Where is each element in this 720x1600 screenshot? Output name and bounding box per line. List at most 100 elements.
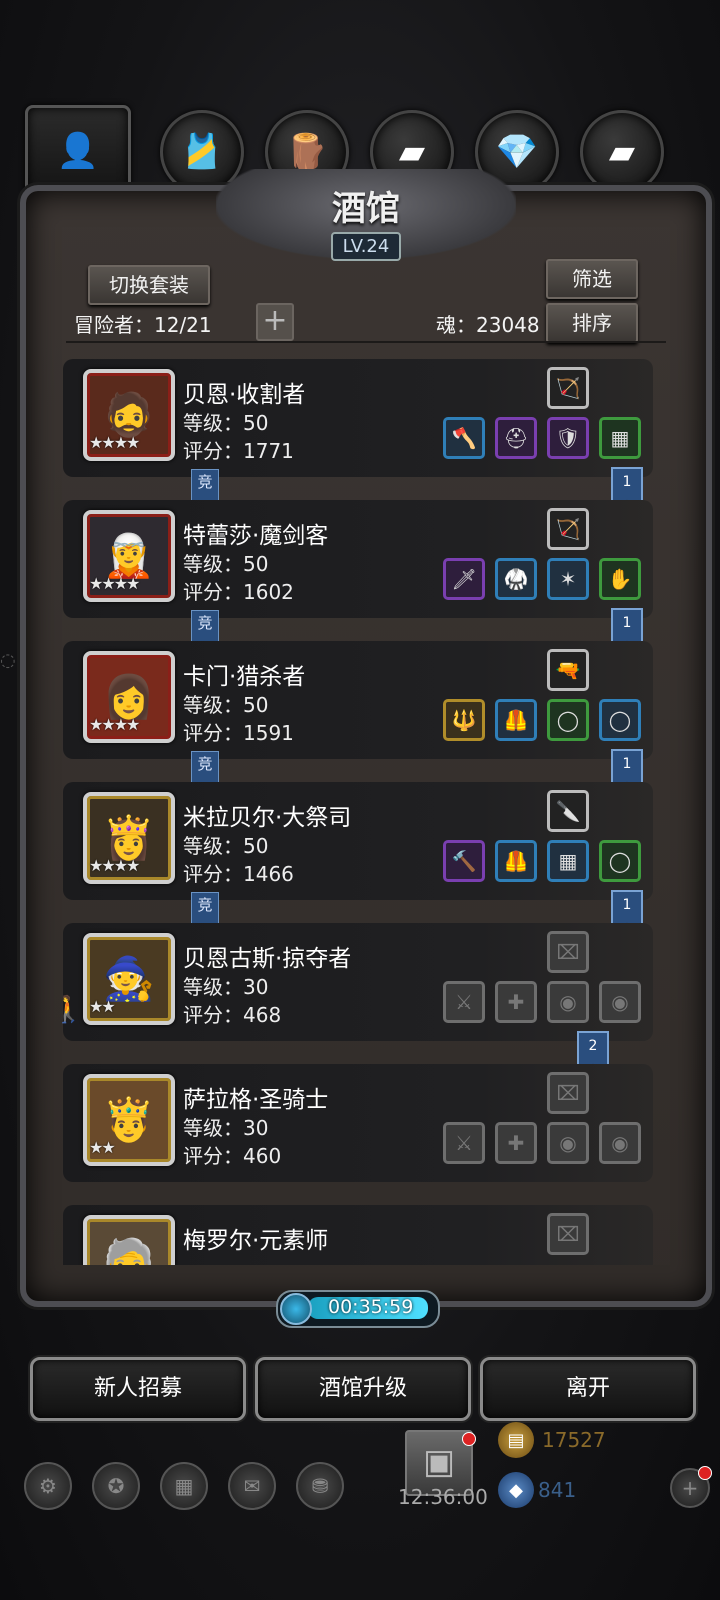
equip-slot[interactable]: ▦ (547, 840, 589, 882)
map-icon[interactable]: ▦ (160, 1462, 208, 1510)
equip-slot[interactable]: ◯ (547, 699, 589, 741)
weapon-slot[interactable]: 🔫 (547, 649, 589, 691)
hero-score: 评分：1602 (183, 580, 294, 604)
empty-weapon-icon: ⌧ (556, 1222, 580, 1246)
equip-slot[interactable]: 🦺 (495, 840, 537, 882)
chest-armor-icon: ▦ (558, 849, 578, 873)
equip-slot[interactable]: ✚ (495, 981, 537, 1023)
hero-row[interactable]: 🧝 ★★★★ 特蕾莎·魔剑客 等级：50 评分：1602 🏹 🗡 🥋 ✶ ✋ (63, 500, 653, 618)
shop-icon[interactable]: ⛃ (296, 1462, 344, 1510)
gauntlet-icon: ✋ (607, 567, 633, 591)
empty-weapon-icon: ⚔ (455, 1131, 473, 1155)
equip-slot[interactable]: ⛑ (495, 417, 537, 459)
empty-ring-icon: ◉ (611, 990, 629, 1014)
weapon-slot[interactable]: ⌧ (547, 931, 589, 973)
gold-icon: ▤ (498, 1422, 534, 1458)
equip-slot[interactable]: ◉ (547, 981, 589, 1023)
equip-slot[interactable]: 🦺 (495, 699, 537, 741)
hero-stars: ★★★★ (89, 715, 140, 734)
equip-slot[interactable]: ◉ (547, 1122, 589, 1164)
hero-row[interactable]: 🤴 ★★ 萨拉格·圣骑士 等级：30 评分：460 ⌧ ⚔ ✚ ◉ ◉ (63, 1064, 653, 1182)
switch-set-button[interactable]: 切换套装 (88, 265, 210, 305)
hero-name: 卡门·猎杀者 (183, 664, 306, 690)
sort-button[interactable]: 排序 (546, 303, 638, 343)
equip-slot[interactable]: ✋ (599, 558, 641, 600)
add-slot-button[interactable]: + (256, 303, 294, 341)
gem-amount: 841 (538, 1478, 577, 1502)
hero-row[interactable]: 🧙 ★★ 贝恩古斯·掠夺者 等级：30 评分：468 ⌧ ⚔ ✚ ◉ ◉ (63, 923, 653, 1041)
weapon-slot[interactable]: ⌧ (547, 1072, 589, 1114)
chest-armor-icon: ▦ (610, 426, 630, 450)
hero-score: 评分：1591 (183, 721, 294, 745)
equip-slot[interactable]: ⚔ (443, 981, 485, 1023)
gold-amount: 17527 (542, 1428, 606, 1452)
hero-portrait[interactable]: 🧓 (83, 1215, 175, 1265)
equip-slot[interactable]: ✚ (495, 1122, 537, 1164)
equip-slot[interactable]: ✶ (547, 558, 589, 600)
empty-weapon-icon: ⌧ (556, 1081, 580, 1105)
mail-icon[interactable]: ✉ (228, 1462, 276, 1510)
equip-slot[interactable]: 🗡 (443, 558, 485, 600)
hero-row[interactable]: 🧔 ★★★★ 贝恩·收割者 等级：50 评分：1771 🏹 🪓 ⛑ 🛡 ▦ (63, 359, 653, 477)
equip-slot[interactable]: 🔨 (443, 840, 485, 882)
hero-level: 等级：30 (183, 1116, 269, 1140)
settings-gear-icon[interactable]: ⚙ (24, 1462, 72, 1510)
tab-hooded-figure[interactable]: 👤 (25, 105, 131, 196)
weapon-slot[interactable]: 🔪 (547, 790, 589, 832)
equip-slot[interactable]: ◉ (599, 981, 641, 1023)
weapon-slot[interactable]: 🏹 (547, 508, 589, 550)
hero-name: 贝恩·收割者 (183, 382, 306, 408)
recruit-button[interactable]: 新人招募 (30, 1357, 246, 1421)
weapon-slot[interactable]: 🏹 (547, 367, 589, 409)
equip-slot[interactable]: ◯ (599, 699, 641, 741)
hero-name: 米拉贝尔·大祭司 (183, 805, 352, 831)
shield-icon: 🛡 (555, 426, 581, 450)
upgrade-tavern-button[interactable]: 酒馆升级 (255, 1357, 471, 1421)
equip-slot[interactable]: ⚔ (443, 1122, 485, 1164)
bow-icon: 🏹 (555, 517, 581, 541)
hero-stars: ★★ (89, 1138, 116, 1157)
filter-button[interactable]: 筛选 (546, 259, 638, 299)
equip-slot[interactable]: 🪓 (443, 417, 485, 459)
iron-ingot-icon: ▰ (398, 132, 426, 172)
empty-weapon-icon: ⚔ (455, 990, 473, 1014)
hero-stars: ★★★★ (89, 433, 140, 452)
tab-black-ore[interactable]: ▰ (580, 110, 664, 194)
leave-button[interactable]: 离开 (480, 1357, 696, 1421)
hero-name: 贝恩古斯·掠夺者 (183, 946, 352, 972)
sword-icon: 🗡 (451, 567, 477, 591)
star-icon[interactable]: ✪ (92, 1462, 140, 1510)
hero-row[interactable]: 🧓 梅罗尔·元素师 ⌧ (63, 1205, 653, 1265)
equip-slot[interactable]: ▦ (599, 417, 641, 459)
equip-slot[interactable]: 🛡 (547, 417, 589, 459)
vest-icon: 🦺 (503, 708, 529, 732)
hero-row[interactable]: 👩 ★★★★ 卡门·猎杀者 等级：50 评分：1591 🔫 🔱 🦺 ◯ ◯ (63, 641, 653, 759)
hero-name: 萨拉格·圣骑士 (183, 1087, 329, 1113)
hero-level: 等级：50 (183, 693, 269, 717)
recruit-timer: 00:35:59 (276, 1290, 440, 1328)
equip-slot[interactable]: ◉ (599, 1122, 641, 1164)
ring-icon: ◯ (608, 849, 632, 873)
add-gems-notification-dot (698, 1466, 712, 1480)
timer-text: 00:35:59 (328, 1296, 414, 1318)
helmet-icon: ⛑ (503, 426, 529, 450)
chest-armor-icon: 🥋 (503, 567, 529, 591)
tavern-panel: 酒馆 LV.24 切换套装 筛选 排序 冒险者：12/21 + 魂：23048 … (20, 169, 712, 1307)
gun-icon: 🔫 (555, 658, 581, 682)
equip-slot[interactable]: ◯ (599, 840, 641, 882)
equip-slot[interactable]: 🥋 (495, 558, 537, 600)
hero-stars: ★★ (89, 997, 116, 1016)
page-title: 酒馆 (332, 189, 400, 229)
arena-badge: 竞 (191, 751, 219, 783)
header-divider (66, 341, 666, 343)
bow-icon: 🏹 (555, 376, 581, 400)
blue-crystal-icon: 💎 (495, 132, 539, 172)
plus-icon: + (262, 303, 288, 338)
hero-name: 特蕾莎·魔剑客 (183, 523, 329, 549)
timer-orb-icon (280, 1293, 312, 1325)
hero-row[interactable]: 👸 ★★★★ 米拉贝尔·大祭司 等级：50 评分：1466 🔪 🔨 🦺 ▦ ◯ (63, 782, 653, 900)
equip-slot[interactable]: 🔱 (443, 699, 485, 741)
weapon-slot[interactable]: ⌧ (547, 1213, 589, 1255)
hero-list[interactable]: 🧔 ★★★★ 贝恩·收割者 等级：50 评分：1771 🏹 🪓 ⛑ 🛡 ▦ 竞 … (63, 359, 663, 1265)
wood-plank-icon: 🪵 (285, 132, 329, 172)
